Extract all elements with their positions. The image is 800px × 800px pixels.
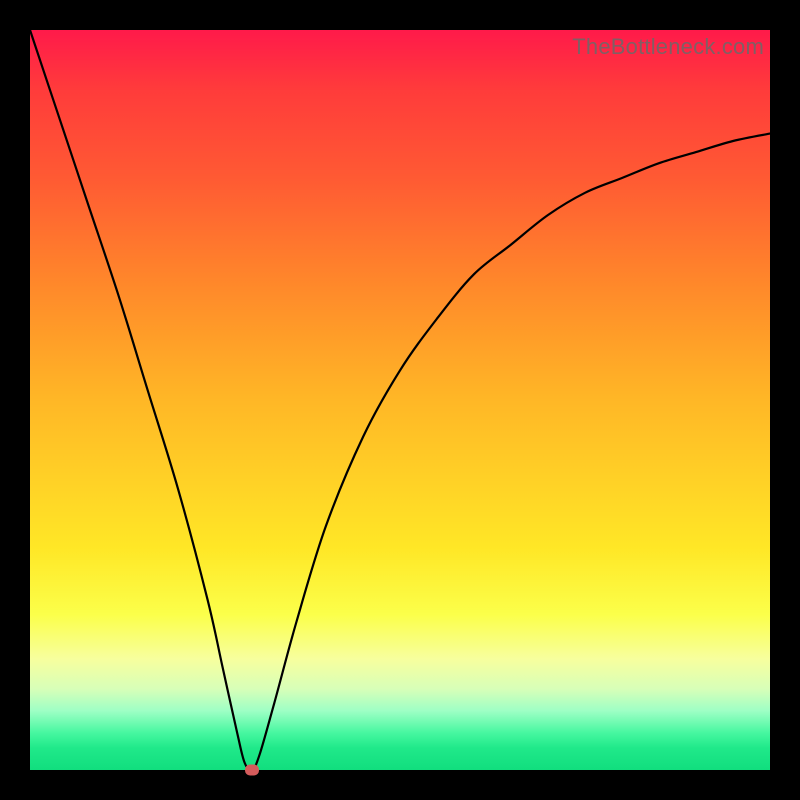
chart-frame: TheBottleneck.com [0,0,800,800]
plot-area: TheBottleneck.com [30,30,770,770]
bottleneck-curve [30,30,770,770]
minimum-marker [245,765,259,776]
